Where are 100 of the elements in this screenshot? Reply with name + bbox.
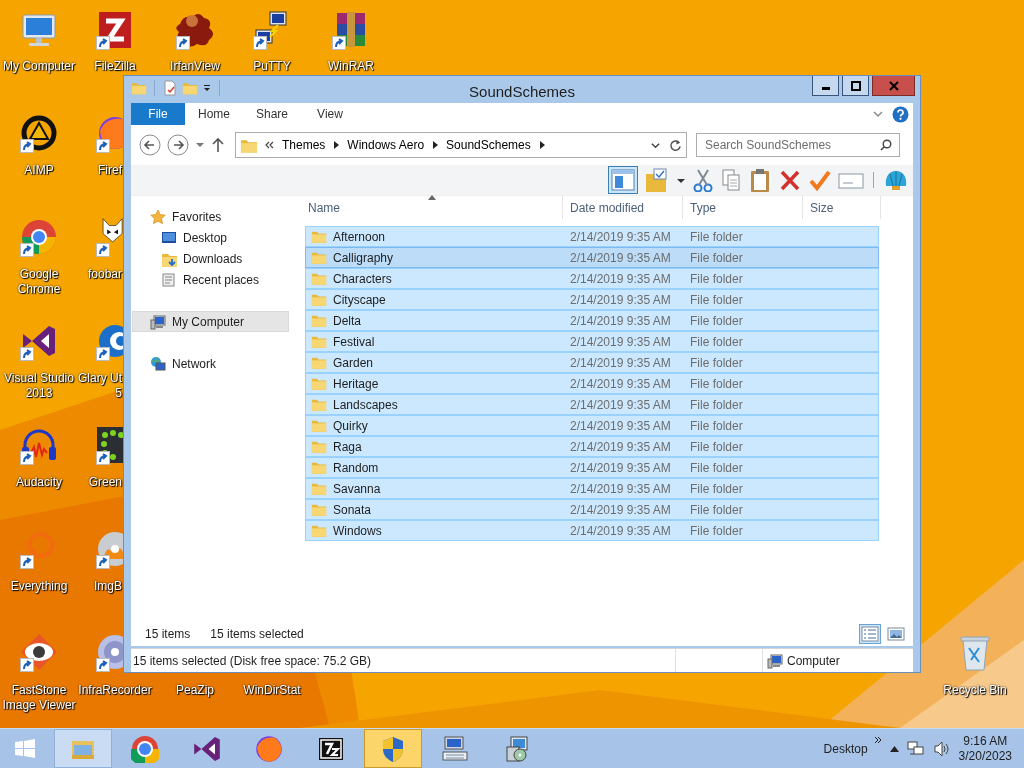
back-icon[interactable] [139,134,161,156]
file-row[interactable]: Landscapes 2/14/2019 9:35 AM File folder [305,394,879,415]
file-row[interactable]: Sonata 2/14/2019 9:35 AM File folder [305,499,879,520]
file-row[interactable]: Raga 2/14/2019 9:35 AM File folder [305,436,879,457]
document-icon[interactable] [162,80,178,96]
date-modified: 2/14/2019 9:35 AM [570,418,671,433]
file-row[interactable]: Afternoon 2/14/2019 9:35 AM File folder [305,226,879,247]
folder-icon [311,355,327,370]
scissors-icon[interactable] [692,168,714,192]
file-name: Characters [333,270,392,288]
maximize-button[interactable] [842,76,869,96]
chevron-right-icon[interactable] [333,141,340,149]
clipboard-icon[interactable] [748,168,772,192]
file-name: Festival [333,333,375,351]
folder-icon [311,523,327,538]
toolbar-label[interactable]: Desktop [823,739,868,758]
delete-icon[interactable] [778,168,802,192]
ribbon-tab[interactable]: View [301,103,359,125]
nav-item-label: My Computer [172,313,245,331]
file-name: Windows [333,522,382,540]
date-modified: 2/14/2019 9:35 AM [570,271,671,286]
help-icon[interactable] [892,105,909,123]
refresh-icon[interactable] [669,138,682,152]
search-field[interactable]: Search SoundSchemes [696,133,900,157]
maximize-icon [850,80,861,91]
file-type: File folder [690,229,743,244]
large-icons-view-icon [887,625,905,642]
minimize-button[interactable] [812,76,839,96]
file-type: File folder [690,418,743,433]
date-modified: 2/14/2019 9:35 AM [570,502,671,517]
file-name: Random [333,459,379,477]
close-icon [887,80,900,91]
file-row[interactable]: Cityscape 2/14/2019 9:35 AM File folder [305,289,879,310]
file-type: File folder [690,481,743,496]
folder-icon [311,250,327,265]
ribbon-tab[interactable]: Home [185,103,243,125]
file-row[interactable]: Savanna 2/14/2019 9:35 AM File folder [305,478,879,499]
address-bar[interactable]: Themes Windows Aero SoundSchemes [235,132,687,158]
nav-item[interactable]: Downloads [132,248,289,269]
breadcrumb[interactable]: Themes [280,136,328,154]
file-row[interactable]: Heritage 2/14/2019 9:35 AM File folder [305,373,879,394]
folder-icon [311,271,327,286]
nav-item[interactable]: My Computer [132,311,289,332]
file-row[interactable]: Garden 2/14/2019 9:35 AM File folder [305,352,879,373]
window-title: SoundSchemes [469,82,575,102]
windows-logo-icon [14,737,36,760]
file-type: File folder [690,334,743,349]
close-button[interactable] [872,76,915,96]
date-modified: 2/14/2019 9:35 AM [570,523,671,538]
double-chevron-icon[interactable] [264,140,274,150]
checkmark-icon[interactable] [808,168,832,192]
chevron-right-icon[interactable] [432,141,439,149]
folder-icon [311,439,327,454]
double-chevron-icon[interactable] [873,735,882,744]
breadcrumb[interactable]: Windows Aero [345,136,427,154]
file-name: Landscapes [333,396,398,414]
dropdown-caret-icon[interactable] [202,83,212,93]
clock-date[interactable]: 3/20/2023 [958,748,1012,764]
ribbon-tab[interactable]: Share [243,103,301,125]
network-icon[interactable] [906,740,925,757]
file-row[interactable]: Random 2/14/2019 9:35 AM File folder [305,457,879,478]
clock-time[interactable]: 9:16 AM [958,733,1012,749]
date-modified: 2/14/2019 9:35 AM [570,481,671,496]
shell-icon[interactable] [883,168,909,192]
file-name: Raga [333,438,362,456]
file-row[interactable]: Calligraphy 2/14/2019 9:35 AM File folder [305,247,879,268]
date-modified: 2/14/2019 9:35 AM [570,334,671,349]
file-name: Quirky [333,417,368,435]
file-name: Garden [333,354,374,372]
file-type: File folder [690,439,743,454]
computer-icon [150,313,166,330]
folder-check-icon[interactable] [644,168,670,192]
date-modified: 2/14/2019 9:35 AM [570,250,671,265]
file-row[interactable]: Quirky 2/14/2019 9:35 AM File folder [305,415,879,436]
file-row[interactable]: Windows 2/14/2019 9:35 AM File folder [305,520,879,541]
date-modified: 2/14/2019 9:35 AM [570,376,671,391]
nav-item[interactable]: Network [132,353,289,374]
nav-item[interactable]: Favorites [132,206,289,227]
speaker-icon[interactable] [932,740,951,757]
nav-item[interactable]: Recent places [132,269,289,290]
chevron-right-icon[interactable] [538,141,545,149]
file-name: Sonata [333,501,372,519]
file-type: File folder [690,397,743,412]
up-caret-icon[interactable] [889,745,899,752]
nav-item[interactable]: Desktop [132,227,289,248]
file-row[interactable]: Delta 2/14/2019 9:35 AM File folder [305,310,879,331]
date-modified: 2/14/2019 9:35 AM [570,355,671,370]
file-row[interactable]: Festival 2/14/2019 9:35 AM File folder [305,331,879,352]
file-row[interactable]: Characters 2/14/2019 9:35 AM File folder [305,268,879,289]
folder-icon [311,481,327,496]
folder-icon [311,502,327,517]
details-view-icon [861,625,879,642]
date-modified: 2/14/2019 9:35 AM [570,229,671,244]
up-arrow-icon[interactable] [211,137,225,153]
preview-pane-button[interactable] [608,166,638,194]
nav-item-label: Network [172,355,216,373]
details-view-button[interactable] [859,623,881,644]
breadcrumb[interactable]: SoundSchemes [444,136,533,154]
file-menu-button[interactable]: File [131,103,185,125]
forward-icon[interactable] [167,134,189,156]
